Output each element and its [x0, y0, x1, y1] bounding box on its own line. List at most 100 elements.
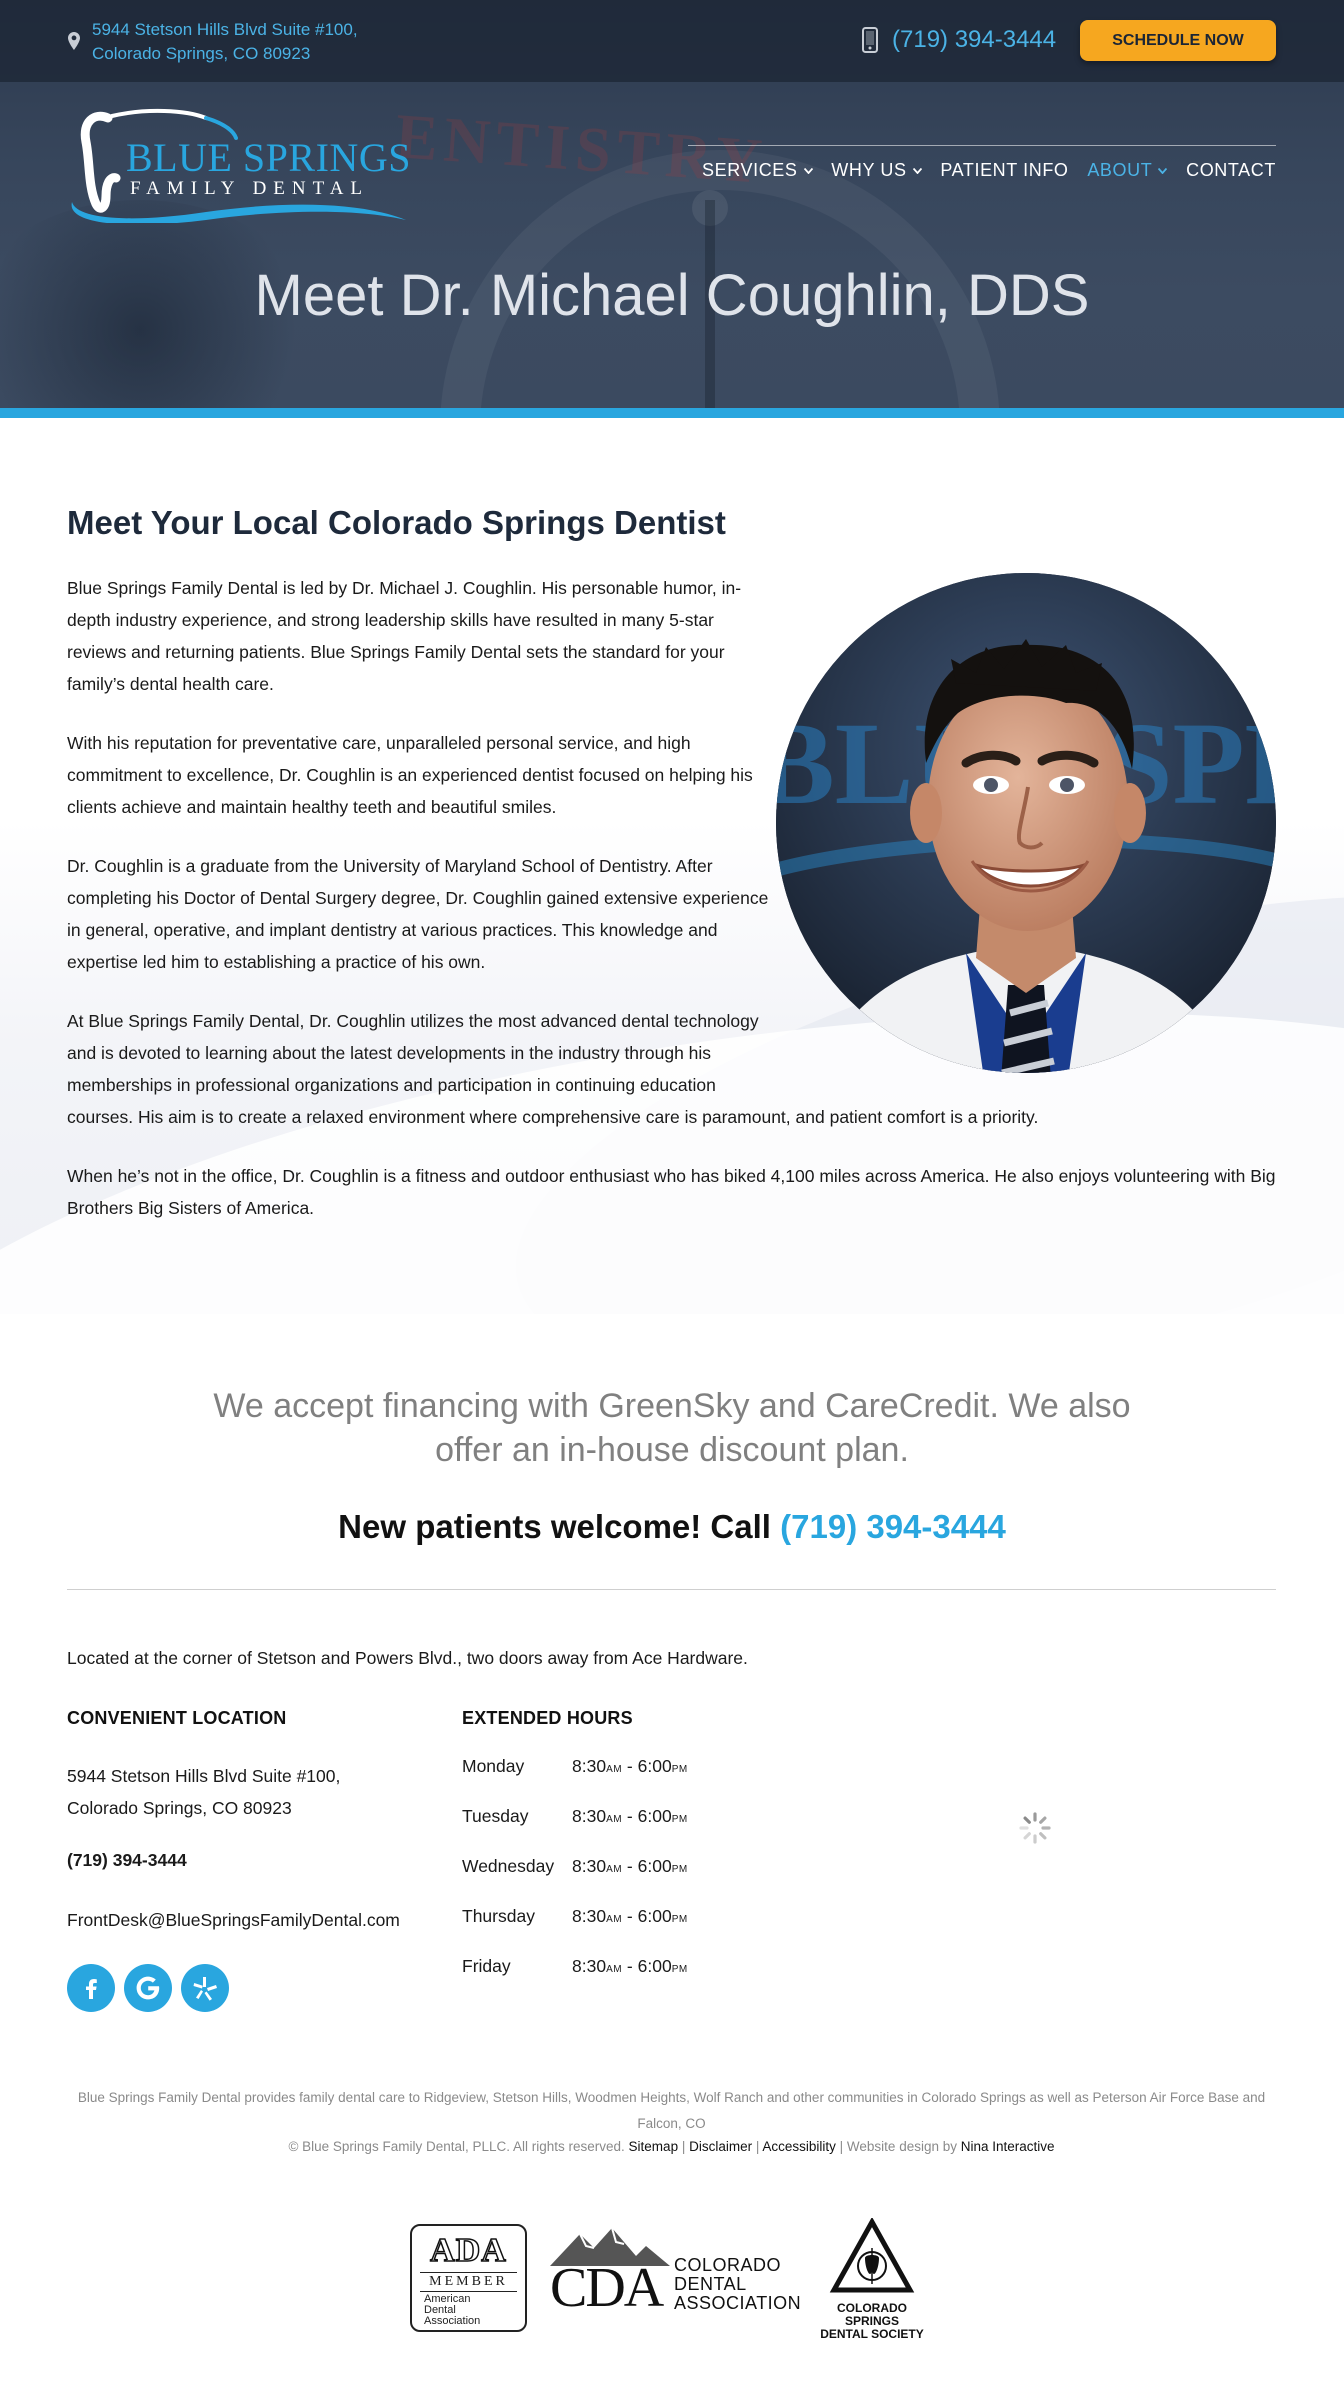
- hours-ampm: PM: [671, 1964, 688, 1975]
- paragraph-line: commitment to excellence, Dr. Coughlin i…: [67, 765, 753, 785]
- new-patients-callout: New patients welcome! Call (719) 394-344…: [0, 1508, 1344, 1546]
- social-links: [67, 1964, 229, 2012]
- map-pin-icon: [68, 32, 80, 50]
- site-logo[interactable]: BLUE SPRINGS FAMILY DENTAL: [66, 108, 411, 223]
- footer-address-line1: 5944 Stetson Hills Blvd Suite #100,: [67, 1766, 341, 1786]
- hours-separator: -: [622, 1756, 638, 1776]
- hours-time: 8:30AM - 6:00PM: [572, 1856, 688, 1877]
- hours-ampm: AM: [606, 1964, 623, 1975]
- header-address[interactable]: 5944 Stetson Hills Blvd Suite #100, Colo…: [68, 18, 358, 66]
- footer-separator: |: [678, 2139, 690, 2154]
- nav-item-about[interactable]: ABOUT: [1087, 160, 1168, 181]
- hero-accent-bar: [0, 408, 1344, 418]
- nav-item-label: PATIENT INFO: [940, 160, 1069, 180]
- header-address-lines: 5944 Stetson Hills Blvd Suite #100, Colo…: [92, 18, 358, 66]
- facebook-link[interactable]: [67, 1964, 115, 2012]
- hours-time: 8:30AM - 6:00PM: [572, 1906, 688, 1927]
- facebook-icon: [86, 1979, 97, 1999]
- hours-day: Friday: [462, 1956, 511, 1976]
- nav-item-label: WHY US: [831, 160, 907, 180]
- paragraph-line: Dr. Coughlin is a graduate from the Univ…: [67, 856, 713, 876]
- hours-time: 8:30AM - 6:00PM: [572, 1956, 688, 1977]
- paragraph-line: reviews and returning patients. Blue Spr…: [67, 642, 725, 662]
- hours-row: Monday 8:30AM - 6:00PM: [462, 1756, 688, 1777]
- header-phone-number[interactable]: (719) 394-3444: [892, 26, 1056, 54]
- hours-heading: EXTENDED HOURS: [462, 1708, 633, 1728]
- paragraph-5: When he’s not in the office, Dr. Coughli…: [67, 1160, 1276, 1224]
- financing-message: We accept financing with GreenSky and Ca…: [200, 1384, 1144, 1472]
- schedule-now-button[interactable]: SCHEDULE NOW: [1080, 20, 1276, 61]
- new-patients-text: New patients welcome! Call: [338, 1508, 781, 1545]
- dentist-portrait: BLUE SPRINGS: [776, 573, 1276, 1073]
- footer-email-link[interactable]: FrontDesk@BlueSpringsFamilyDental.com: [67, 1910, 400, 1931]
- mobile-phone-icon: [862, 27, 878, 53]
- hours-time: 8:30AM - 6:00PM: [572, 1806, 688, 1827]
- location-heading: CONVENIENT LOCATION: [67, 1708, 287, 1728]
- service-area-line2: Falcon, CO: [637, 2116, 706, 2131]
- copyright-text: © Blue Springs Family Dental, PLLC. All …: [288, 2139, 629, 2154]
- yelp-link[interactable]: [181, 1964, 229, 2012]
- service-area-text: Blue Springs Family Dental provides fami…: [67, 2085, 1276, 2137]
- paragraph-line: and is devoted to learning about the lat…: [67, 1043, 712, 1063]
- top-bar: 5944 Stetson Hills Blvd Suite #100, Colo…: [0, 0, 1344, 82]
- hero-background-sign: ENTISTRY: [393, 100, 771, 197]
- paragraph-line: With his reputation for preventative car…: [67, 733, 691, 753]
- section-divider: [67, 1589, 1276, 1590]
- paragraph-3: Dr. Coughlin is a graduate from the Univ…: [67, 850, 768, 978]
- hours-open: 8:30: [572, 1906, 607, 1926]
- main-nav: SERVICES WHY US PATIENT INFO ABOUT CONTA…: [688, 160, 1276, 181]
- header-phone[interactable]: (719) 394-3444: [862, 26, 1056, 54]
- nav-item-label: ABOUT: [1087, 160, 1153, 180]
- nav-item-patient-info[interactable]: PATIENT INFO: [940, 160, 1068, 181]
- disclaimer-link[interactable]: Disclaimer: [689, 2139, 752, 2154]
- css-badge-line: COLORADO SPRINGS: [837, 2301, 907, 2328]
- cda-badge-word: DENTAL: [674, 2274, 747, 2294]
- hours-separator: -: [622, 1906, 638, 1926]
- sitemap-link[interactable]: Sitemap: [629, 2139, 679, 2154]
- paragraph-line: expertise led him to establishing a prac…: [67, 952, 486, 972]
- hours-open: 8:30: [572, 1806, 607, 1826]
- google-link[interactable]: [124, 1964, 172, 2012]
- cda-badge-words: COLORADO DENTAL ASSOCIATION: [674, 2256, 801, 2313]
- service-area-line1: Blue Springs Family Dental provides fami…: [77, 2090, 1266, 2105]
- about-section: Meet Your Local Colorado Springs Dentist…: [0, 418, 1344, 1314]
- header-address-line2: Colorado Springs, CO 80923: [92, 44, 311, 63]
- footer-phone-link[interactable]: (719) 394-3444: [67, 1850, 187, 1871]
- hours-ampm: AM: [606, 1914, 623, 1925]
- hours-open: 8:30: [572, 1956, 607, 1976]
- hours-row: Thursday 8:30AM - 6:00PM: [462, 1906, 688, 1927]
- accessibility-link[interactable]: Accessibility: [762, 2139, 836, 2154]
- cda-badge-letters: CDA: [550, 2257, 664, 2319]
- paragraph-2: With his reputation for preventative car…: [67, 727, 753, 823]
- css-badge-text: COLORADO SPRINGS DENTAL SOCIETY: [810, 2302, 934, 2341]
- hours-close: 6:00: [637, 1806, 672, 1826]
- hours-close: 6:00: [637, 1906, 672, 1926]
- chevron-down-icon: [803, 167, 813, 174]
- paragraph-line: Brothers Big Sisters of America.: [67, 1198, 315, 1218]
- paragraph-line: clients achieve and maintain healthy tee…: [67, 797, 557, 817]
- hours-close: 6:00: [637, 1956, 672, 1976]
- cda-badge-word: ASSOCIATION: [674, 2293, 802, 2313]
- logo-text-blue-springs: BLUE SPRINGS: [126, 135, 411, 180]
- hours-ampm: AM: [606, 1764, 623, 1775]
- hours-ampm: PM: [671, 1764, 688, 1775]
- nav-item-services[interactable]: SERVICES: [702, 160, 813, 181]
- hours-close: 6:00: [637, 1856, 672, 1876]
- nav-item-why-us[interactable]: WHY US: [831, 160, 922, 181]
- hours-day: Tuesday: [462, 1806, 529, 1826]
- paragraph-line: courses. His aim is to create a relaxed …: [67, 1107, 1039, 1127]
- nav-item-contact[interactable]: CONTACT: [1186, 160, 1276, 181]
- hours-ampm: PM: [671, 1914, 688, 1925]
- designer-link[interactable]: Nina Interactive: [961, 2139, 1055, 2154]
- paragraph-line: depth industry experience, and strong le…: [67, 610, 714, 630]
- page-title: Meet Dr. Michael Coughlin, DDS: [254, 263, 1090, 328]
- footer-address: 5944 Stetson Hills Blvd Suite #100, Colo…: [67, 1760, 340, 1824]
- chevron-down-icon: [912, 167, 922, 174]
- hours-ampm: AM: [606, 1814, 623, 1825]
- chevron-down-icon: [1158, 167, 1168, 174]
- google-icon: [136, 1976, 160, 2000]
- paragraph-line: memberships in professional organization…: [67, 1075, 716, 1095]
- hours-row: Tuesday 8:30AM - 6:00PM: [462, 1806, 688, 1827]
- new-patients-phone-link[interactable]: (719) 394-3444: [780, 1508, 1006, 1545]
- header-address-line1: 5944 Stetson Hills Blvd Suite #100,: [92, 20, 358, 39]
